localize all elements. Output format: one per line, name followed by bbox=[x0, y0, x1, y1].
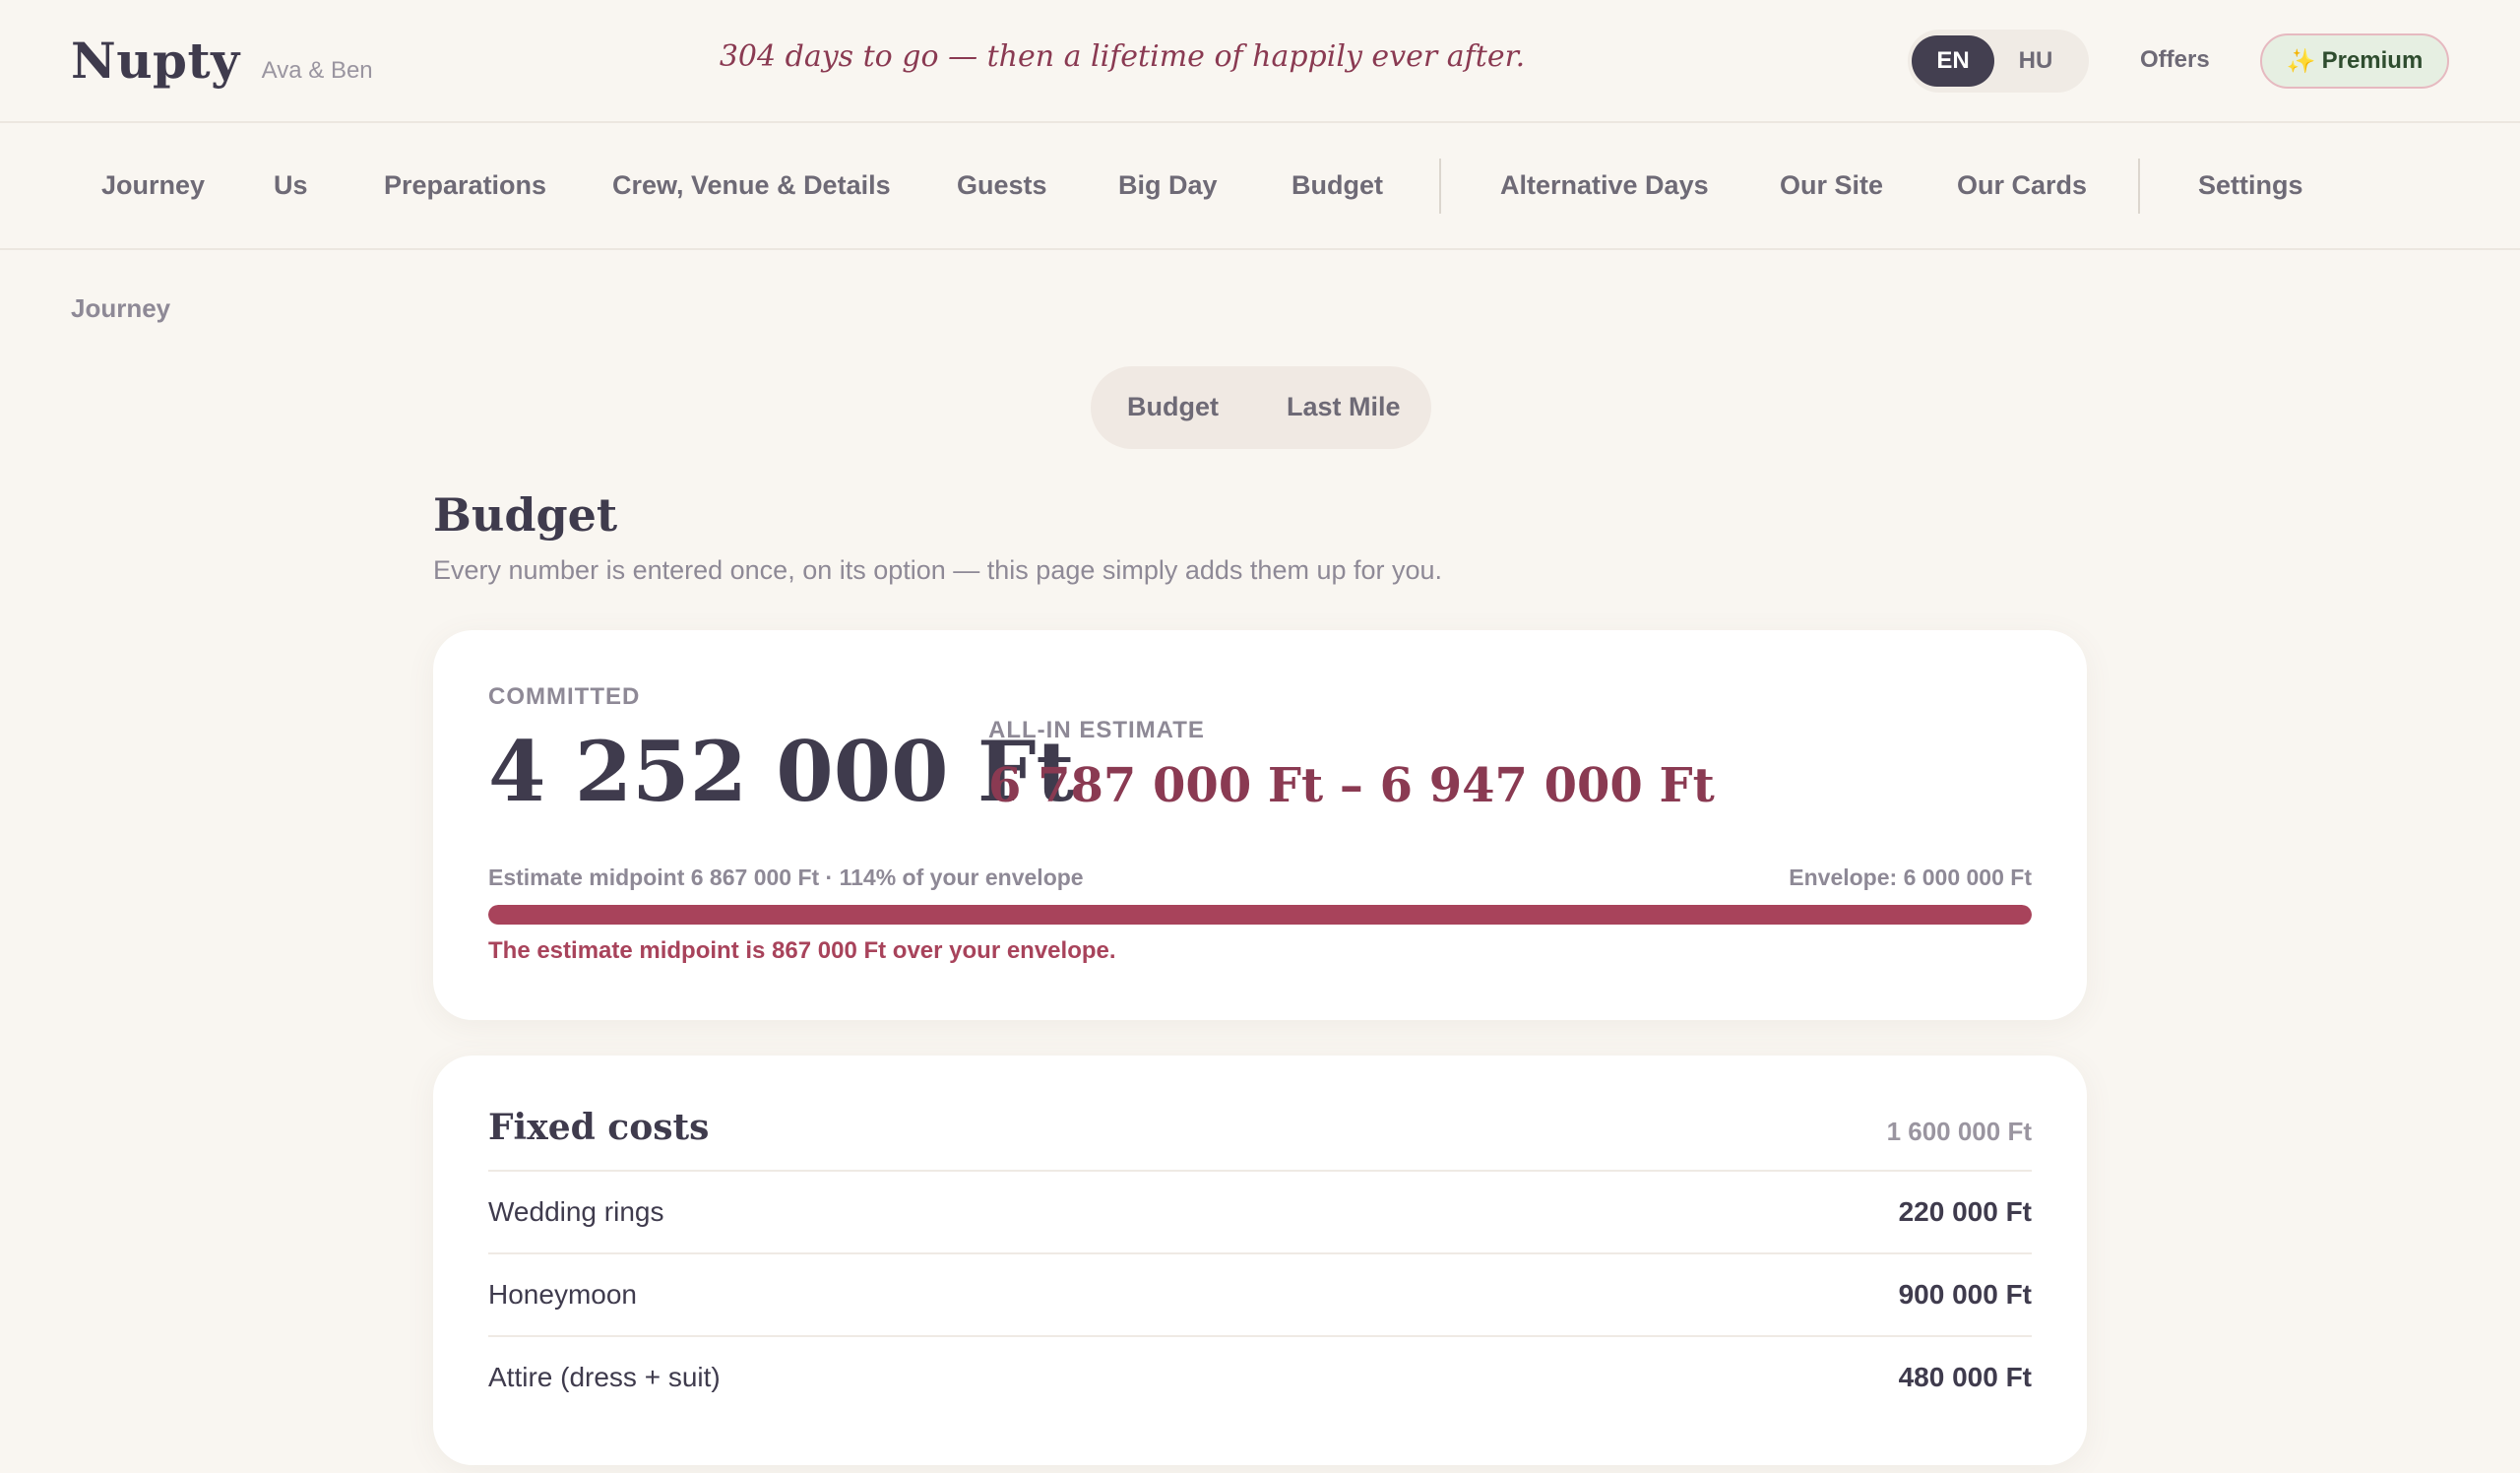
nav-item-guests[interactable]: Guests bbox=[957, 170, 1047, 201]
premium-button[interactable]: ✨ Premium bbox=[2260, 33, 2449, 89]
language-toggle: EN HU bbox=[1908, 30, 2089, 93]
cost-amount: 900 000 Ft bbox=[1898, 1279, 2032, 1310]
nav-item-big-day[interactable]: Big Day bbox=[1118, 170, 1218, 201]
cost-amount: 220 000 Ft bbox=[1898, 1196, 2032, 1227]
list-item[interactable]: Wedding rings 220 000 Ft bbox=[488, 1170, 2032, 1252]
fixed-costs-total: 1 600 000 Ft bbox=[1886, 1117, 2032, 1146]
cost-label: Honeymoon bbox=[488, 1279, 637, 1310]
nav-item-us[interactable]: Us bbox=[274, 170, 308, 201]
nav-item-settings[interactable]: Settings bbox=[2198, 170, 2303, 201]
budget-summary-card: COMMITTED 4 252 000 Ft ALL-IN ESTIMATE 6… bbox=[433, 630, 2087, 1020]
budget-view-switcher: Budget Last Mile bbox=[1091, 366, 1431, 449]
estimate-midpoint: Estimate midpoint 6 867 000 Ft · 114% of… bbox=[488, 865, 1084, 890]
envelope-amount: Envelope: 6 000 000 Ft bbox=[1789, 865, 2032, 890]
cost-label: Wedding rings bbox=[488, 1196, 664, 1227]
fixed-costs-title: Fixed costs bbox=[488, 1107, 710, 1148]
nav-item-journey[interactable]: Journey bbox=[101, 170, 205, 201]
nav-item-preparations[interactable]: Preparations bbox=[384, 170, 546, 201]
list-item[interactable]: Honeymoon 900 000 Ft bbox=[488, 1252, 2032, 1335]
top-header: Nupty Ava & Ben 304 days to go — then a … bbox=[0, 0, 2520, 123]
tab-budget[interactable]: Budget bbox=[1127, 392, 1219, 422]
committed-amount: 4 252 000 Ft bbox=[488, 723, 1075, 820]
breadcrumb[interactable]: Journey bbox=[71, 293, 170, 324]
committed-label: COMMITTED bbox=[488, 683, 641, 710]
nav-item-our-site[interactable]: Our Site bbox=[1780, 170, 1883, 201]
sparkles-icon: ✨ bbox=[2286, 47, 2316, 75]
page-subtitle: Every number is entered once, on its opt… bbox=[433, 555, 1443, 585]
nav-item-our-cards[interactable]: Our Cards bbox=[1957, 170, 2087, 201]
envelope-progress-fill bbox=[488, 905, 2032, 925]
nav-divider bbox=[1439, 159, 1441, 214]
nav-item-alternative-days[interactable]: Alternative Days bbox=[1500, 170, 1709, 201]
estimate-label: ALL-IN ESTIMATE bbox=[988, 717, 1205, 743]
envelope-progress-bar bbox=[488, 905, 2032, 925]
list-item[interactable]: Attire (dress + suit) 480 000 Ft bbox=[488, 1335, 2032, 1418]
offers-link[interactable]: Offers bbox=[2140, 46, 2210, 74]
tab-last-mile[interactable]: Last Mile bbox=[1287, 392, 1401, 422]
over-budget-warning: The estimate midpoint is 867 000 Ft over… bbox=[488, 937, 1116, 964]
cost-amount: 480 000 Ft bbox=[1898, 1362, 2032, 1392]
main-nav: Journey Us Preparations Crew, Venue & De… bbox=[0, 125, 2520, 250]
fixed-costs-card: Fixed costs 1 600 000 Ft Wedding rings 2… bbox=[433, 1056, 2087, 1465]
language-en-button[interactable]: EN bbox=[1912, 35, 1994, 87]
estimate-range: 6 787 000 Ft – 6 947 000 Ft bbox=[988, 758, 1715, 813]
nav-item-crew-venue-details[interactable]: Crew, Venue & Details bbox=[612, 170, 891, 201]
nav-item-budget[interactable]: Budget bbox=[1292, 170, 1383, 201]
premium-label: Premium bbox=[2321, 47, 2424, 74]
nav-divider bbox=[2138, 159, 2140, 214]
page-title: Budget bbox=[433, 488, 618, 542]
cost-label: Attire (dress + suit) bbox=[488, 1362, 721, 1392]
language-hu-button[interactable]: HU bbox=[1994, 35, 2077, 87]
